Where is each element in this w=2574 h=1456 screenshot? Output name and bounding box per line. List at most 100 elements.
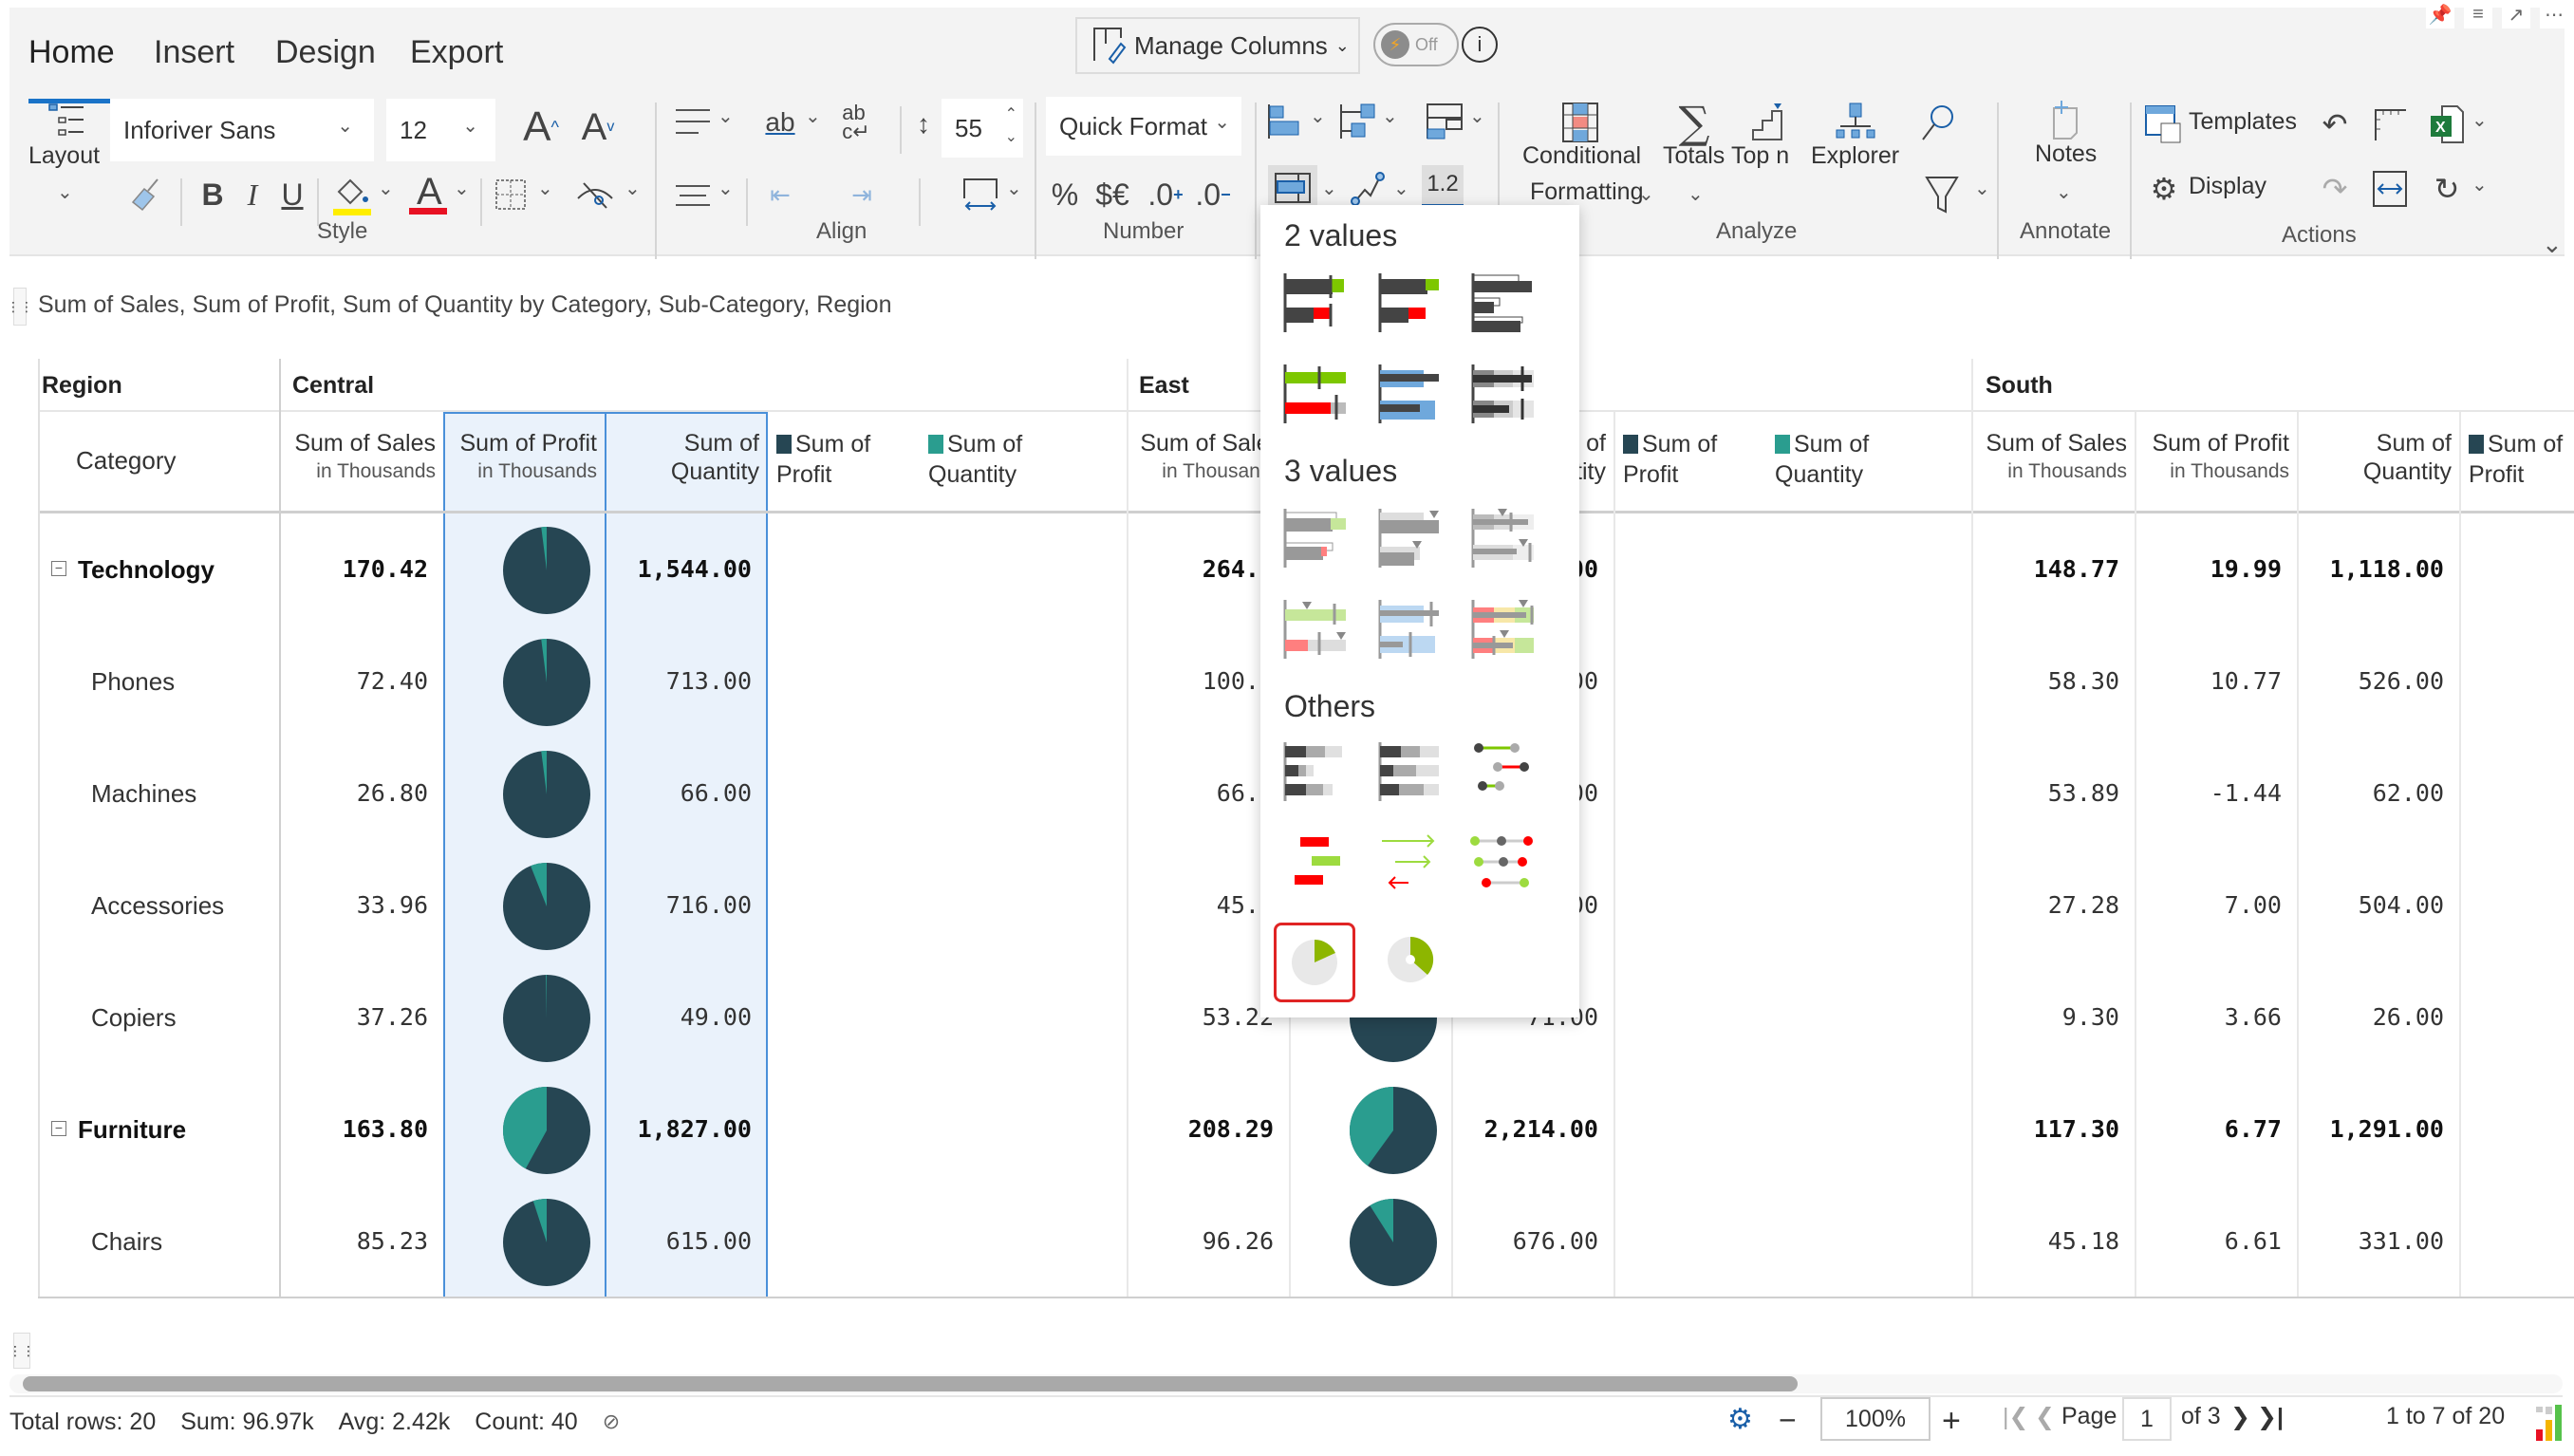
cell-east-qty[interactable]: 2,214.00 <box>1458 1115 1598 1143</box>
tab-design[interactable]: Design <box>275 34 376 71</box>
search-icon[interactable] <box>1917 99 1959 146</box>
cell-south-profit[interactable]: 6.77 <box>2141 1115 2282 1143</box>
pie-chart-central[interactable] <box>501 1085 592 1176</box>
collapse-icon[interactable]: − <box>51 1121 66 1136</box>
chart-option-variance-3-overlap[interactable] <box>1281 507 1357 573</box>
chevron-down-icon[interactable]: ⌄ <box>1469 104 1485 128</box>
chart-option-bullet-blue[interactable] <box>1376 363 1452 429</box>
layout-chevron-icon[interactable]: ⌄ <box>57 180 73 204</box>
filter-icon[interactable] <box>1923 171 1961 218</box>
conditional-formatting-label[interactable]: Conditional <box>1522 142 1641 170</box>
explorer-icon[interactable] <box>1832 99 1879 146</box>
cell-south-profit[interactable]: 7.00 <box>2141 891 2282 919</box>
cell-south-qty[interactable]: 526.00 <box>2304 667 2444 695</box>
currency-icon[interactable]: $€ <box>1086 171 1139 218</box>
chevron-down-icon[interactable]: ⌄ <box>625 177 641 200</box>
percent-icon[interactable]: % <box>1048 171 1082 218</box>
row-header[interactable]: Chairs <box>91 1227 162 1257</box>
tab-home[interactable]: Home <box>28 34 115 71</box>
chevron-down-icon[interactable]: ⌄ <box>718 104 734 128</box>
first-page-icon[interactable]: |❮ <box>2003 1403 2028 1431</box>
decrease-indent-icon[interactable]: ⇤ <box>759 171 801 218</box>
tab-export[interactable]: Export <box>410 34 503 71</box>
cell-south-profit[interactable]: 6.61 <box>2141 1227 2282 1255</box>
card-chart-icon[interactable] <box>1424 101 1465 142</box>
cell-south-sales[interactable]: 58.30 <box>1979 667 2119 695</box>
cell-south-sales[interactable]: 148.77 <box>1979 555 2119 583</box>
pie-chart-east[interactable] <box>1348 1197 1439 1288</box>
horizontal-align-icon[interactable] <box>672 171 714 218</box>
conditional-formatting-icon[interactable] <box>1557 99 1604 146</box>
cell-south-qty[interactable]: 62.00 <box>2304 779 2444 807</box>
cell-south-sales[interactable]: 27.28 <box>1979 891 2119 919</box>
cell-central-qty[interactable]: 49.00 <box>611 1003 752 1031</box>
notes-icon[interactable] <box>2042 97 2084 144</box>
cell-south-qty[interactable]: 26.00 <box>2304 1003 2444 1031</box>
hierarchy-chart-icon[interactable] <box>1336 101 1378 142</box>
conditional-formatting-label-2[interactable]: Formatting <box>1530 178 1643 206</box>
pie-chart-central[interactable] <box>501 973 592 1064</box>
layout-icon[interactable] <box>43 98 90 145</box>
last-page-icon[interactable]: ❯| <box>2257 1403 2284 1431</box>
chevron-down-icon[interactable]: ⌄ <box>1006 177 1022 200</box>
chart-option-bullet-band-triangle[interactable] <box>1469 507 1545 573</box>
font-family-select[interactable]: Inforiver Sans ⌄ <box>110 99 374 161</box>
row-header[interactable]: Technology <box>78 555 214 585</box>
focus-mode-icon[interactable]: ↗ <box>2502 0 2530 28</box>
chevron-down-icon[interactable]: ⌄ <box>454 177 470 200</box>
cell-central-sales[interactable]: 85.23 <box>288 1227 428 1255</box>
quick-format-select[interactable]: Quick Format ⌄ <box>1046 97 1241 156</box>
cell-south-qty[interactable]: 331.00 <box>2304 1227 2444 1255</box>
collapse-ribbon-icon[interactable]: ⌄ <box>2542 230 2563 259</box>
chart-option-dumbbell[interactable] <box>1469 740 1545 807</box>
chart-option-donut[interactable] <box>1372 923 1454 1002</box>
row-height-input[interactable]: 55 ⌃ ⌄ <box>942 99 1023 158</box>
chart-option-bullet-blue-target[interactable] <box>1376 598 1452 664</box>
stepper-down-icon[interactable]: ⌄ <box>1005 127 1017 146</box>
bold-icon[interactable]: B <box>196 171 230 218</box>
more-options-icon[interactable]: ⋯ <box>2540 0 2568 28</box>
cell-central-qty[interactable]: 1,544.00 <box>611 555 752 583</box>
borders-icon[interactable] <box>492 171 530 218</box>
pin-icon[interactable]: 📌 <box>2426 0 2454 28</box>
chevron-down-icon[interactable]: ⌄ <box>1688 182 1704 206</box>
chevron-down-icon[interactable]: ⌄ <box>805 104 821 128</box>
cell-east-sales[interactable]: 66.1 <box>1133 779 1274 807</box>
italic-icon[interactable]: I <box>235 171 270 218</box>
chevron-down-icon[interactable]: ⌄ <box>2471 173 2488 196</box>
pie-chart-central[interactable] <box>501 525 592 616</box>
refresh-icon[interactable]: ↻ <box>2426 167 2468 211</box>
chart-option-variance-bar-plain[interactable] <box>1376 271 1452 338</box>
cell-east-sales[interactable]: 96.26 <box>1133 1227 1274 1255</box>
chart-option-bullet-green-triangle[interactable] <box>1281 598 1357 664</box>
cell-central-qty[interactable]: 713.00 <box>611 667 752 695</box>
lightning-toggle[interactable]: ⚡ Off <box>1373 23 1459 66</box>
column-header-south-profit[interactable]: Sum of Profit in Thousands <box>2132 429 2290 486</box>
horizontal-scrollbar-thumb[interactable] <box>23 1376 1798 1391</box>
hide-icon[interactable] <box>573 171 617 218</box>
column-header-east-sales[interactable]: Sum of Sales in Thousands <box>1124 429 1281 486</box>
row-header[interactable]: Accessories <box>91 891 224 921</box>
text-overflow-icon[interactable]: ab <box>759 99 801 146</box>
next-page-icon[interactable]: ❯ <box>2230 1403 2250 1431</box>
drag-handle-icon[interactable]: ⋮⋮ <box>7 288 33 326</box>
chart-option-stacked-bar-full[interactable] <box>1376 740 1452 807</box>
data-labels-button[interactable]: 1.2 <box>1422 165 1464 207</box>
cell-south-qty[interactable]: 1,291.00 <box>2304 1115 2444 1143</box>
cell-east-sales[interactable]: 53.22 <box>1133 1003 1274 1031</box>
cell-central-qty[interactable]: 66.00 <box>611 779 752 807</box>
chevron-down-icon[interactable]: ⌄ <box>537 177 553 200</box>
explorer-label[interactable]: Explorer <box>1811 142 1899 170</box>
ruler-icon[interactable] <box>2369 103 2411 146</box>
row-header[interactable]: Furniture <box>78 1115 186 1145</box>
cell-south-sales[interactable]: 45.18 <box>1979 1227 2119 1255</box>
cell-east-qty[interactable]: 676.00 <box>1458 1227 1598 1255</box>
decrease-decimal-icon[interactable]: .0− <box>1190 171 1236 218</box>
region-header-central[interactable]: Central <box>292 372 374 400</box>
notes-label[interactable]: Notes <box>2035 140 2097 168</box>
chevron-down-icon[interactable]: ⌄ <box>718 177 734 200</box>
display-label[interactable]: Display <box>2189 173 2266 200</box>
cell-east-sales[interactable]: 264.9 <box>1133 555 1274 583</box>
chart-option-arrow-variance[interactable] <box>1376 831 1452 898</box>
cell-south-sales[interactable]: 117.30 <box>1979 1115 2119 1143</box>
